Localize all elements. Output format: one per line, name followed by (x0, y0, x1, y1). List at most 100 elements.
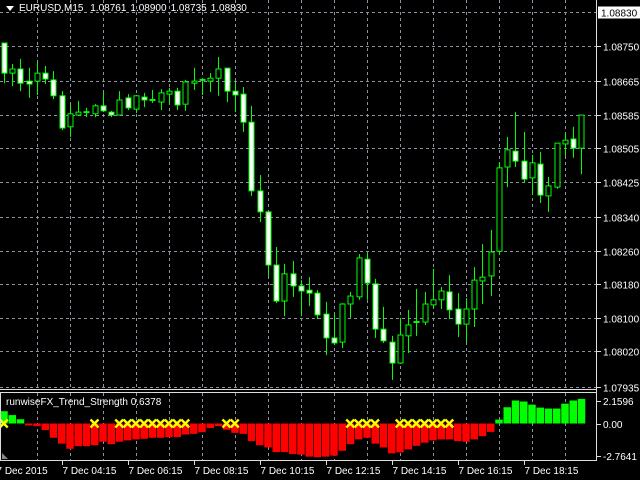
histogram-bar (214, 423, 223, 427)
indicator-axis-label: 2.1596 (603, 397, 634, 408)
time-axis[interactable]: 7 Dec 2015 7 Dec 04:15 7 Dec 06:15 7 Dec 08… (0, 461, 579, 477)
candle (149, 89, 156, 103)
candle-body-bull (281, 273, 288, 302)
candle-body-bull (554, 142, 561, 188)
candle (512, 112, 519, 168)
histogram-bar (247, 423, 256, 442)
candle-body-bear (26, 80, 33, 85)
histogram-bar (41, 423, 49, 431)
price-label: 1.08665 (603, 78, 640, 89)
candle-body-bear (290, 273, 297, 287)
price-axis[interactable]: 1.08750 1.08665 1.08585 1.08505 1.08425 1.083… (597, 6, 640, 395)
time-label: 7 Dec 2015 (0, 466, 48, 477)
time-label: 7 Dec 12:15 (327, 466, 381, 477)
price-label: 1.08260 (603, 248, 640, 259)
candle (100, 92, 107, 113)
candle-body-bear (240, 93, 247, 123)
histogram-bar (99, 423, 107, 442)
price-chart[interactable]: 1.08750 1.08665 1.08585 1.08505 1.08425 1.083… (0, 0, 640, 480)
candle-body-bull (562, 139, 569, 145)
histogram-bar (74, 423, 82, 447)
candle (125, 94, 132, 111)
histogram-bar (198, 423, 206, 433)
candle-body-bear (141, 96, 148, 101)
candle-body-bear (1, 42, 8, 74)
candle-body-bull (75, 111, 82, 116)
candle-body-bull (92, 105, 99, 115)
candle (240, 86, 247, 132)
candle (422, 291, 429, 325)
candle-body-bull (471, 279, 478, 310)
candle (554, 142, 561, 189)
candle (265, 211, 272, 278)
candle (166, 87, 173, 105)
histogram-bar (33, 423, 41, 427)
candle-body-bear (306, 289, 313, 294)
histogram-bar (462, 423, 470, 442)
time-label: 7 Dec 14:15 (393, 466, 447, 477)
histogram-bar (379, 423, 388, 448)
price-label: 1.08585 (603, 112, 640, 123)
candle (314, 290, 321, 320)
candle (521, 131, 528, 183)
indicator-axis-label: -2.7641 (603, 452, 637, 463)
histogram-bar (511, 400, 520, 424)
candle-body-bear (455, 308, 462, 325)
candle (413, 288, 420, 336)
candle-body-bear (323, 313, 330, 339)
candlestick-series (1, 42, 585, 380)
price-label: 1.08020 (603, 348, 640, 359)
histogram-bar (520, 401, 528, 424)
candle (479, 244, 486, 304)
candle-body-bull (430, 299, 437, 306)
candle-body-bear (298, 285, 305, 292)
dropdown-triangle-icon[interactable] (6, 5, 14, 11)
candle (339, 303, 346, 348)
candle (438, 286, 445, 310)
candle (372, 278, 379, 338)
candle (446, 275, 453, 320)
histogram-bar (16, 419, 25, 424)
candle (17, 58, 24, 92)
candle (215, 56, 222, 96)
price-label: 1.08505 (603, 145, 640, 156)
candle (50, 71, 57, 100)
candle (108, 110, 115, 118)
histogram-bar (264, 423, 272, 448)
candle (397, 317, 404, 364)
candle (504, 136, 511, 188)
candle-body-bull (578, 114, 585, 149)
candle-body-bear (389, 341, 396, 364)
low-price: 1.08735 (170, 3, 207, 14)
candle-body-bear (521, 160, 528, 180)
candle (224, 67, 231, 103)
candle-body-bear (446, 291, 453, 311)
candle (133, 94, 140, 113)
price-label: 1.08340 (603, 214, 640, 225)
candle (356, 254, 363, 300)
candle-body-bull (158, 92, 165, 103)
candle-body-bear (100, 105, 107, 112)
histogram-bar (544, 408, 553, 424)
histogram-bar (239, 423, 247, 434)
histogram-bar (338, 423, 346, 451)
candle-body-bear (248, 121, 255, 192)
histogram-bar (478, 423, 487, 437)
histogram-bar (256, 423, 264, 446)
candle (562, 133, 569, 157)
candle-body-bear (224, 67, 231, 92)
time-label: 7 Dec 06:15 (129, 466, 183, 477)
candle (347, 291, 354, 318)
histogram-bar (322, 423, 330, 457)
high-price: 1.08900 (130, 3, 167, 14)
candle-body-bull (405, 324, 412, 337)
candle-body-bull (422, 303, 429, 323)
candle-body-bull (34, 72, 41, 82)
histogram-bar (190, 423, 198, 434)
candle (290, 260, 297, 297)
candle (207, 73, 214, 93)
candle (323, 301, 330, 356)
histogram-bar (297, 423, 305, 455)
candle-body-bull (339, 303, 346, 343)
candle (26, 67, 33, 98)
